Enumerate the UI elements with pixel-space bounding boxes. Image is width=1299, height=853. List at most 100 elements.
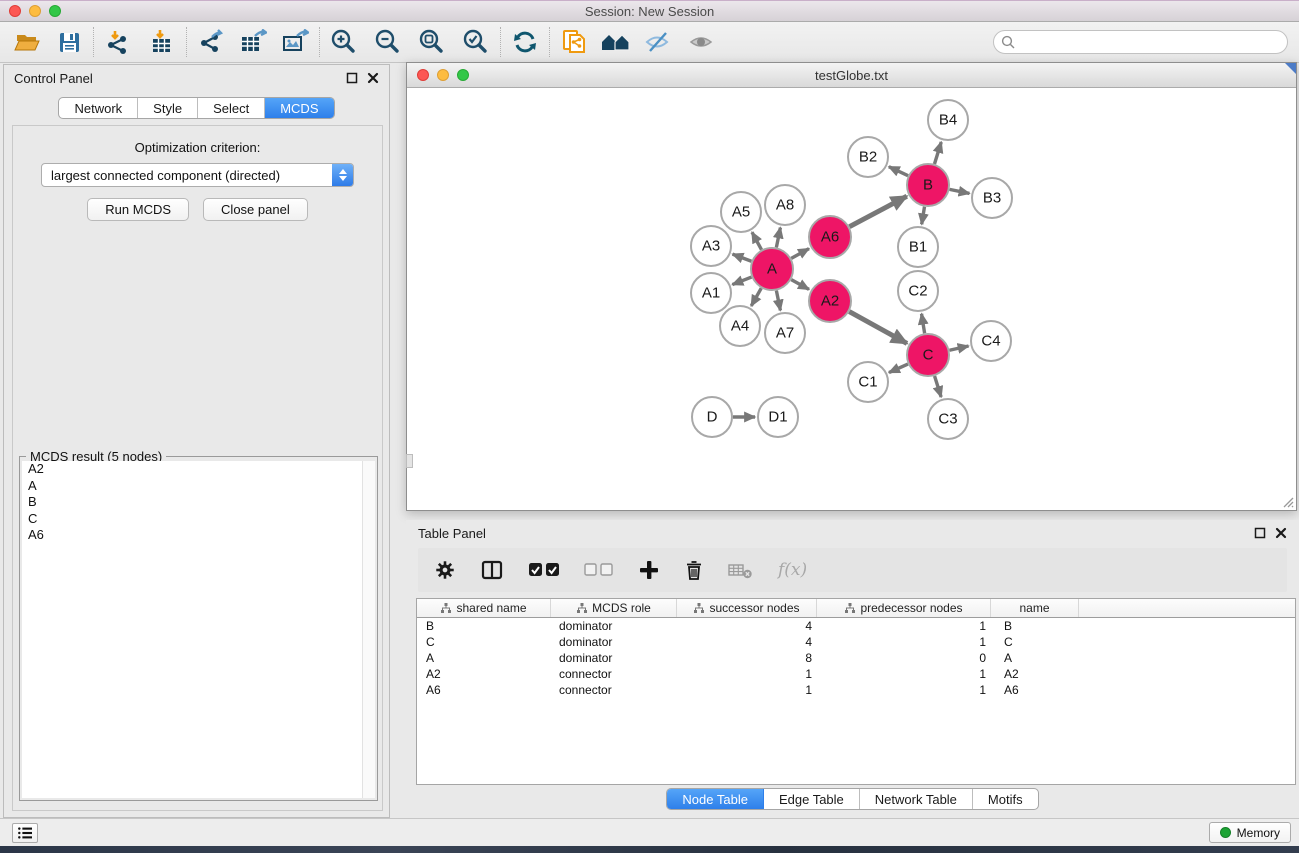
table-cell[interactable]: dominator — [551, 619, 677, 633]
column-header-mcds-role[interactable]: MCDS role — [551, 599, 677, 617]
export-table-button[interactable] — [236, 26, 270, 58]
result-item[interactable]: A — [22, 478, 375, 495]
result-scrollbar[interactable] — [362, 461, 375, 798]
network-canvas[interactable]: AA6A2BCA5A8A3A1A4A7B2B4B3B1C2C4C1C3DD1 — [407, 88, 1296, 510]
zoom-window-button[interactable] — [49, 5, 61, 17]
result-item[interactable]: C — [22, 511, 375, 528]
network-minimize-button[interactable] — [437, 69, 449, 81]
search-input[interactable] — [993, 30, 1288, 54]
table-cell[interactable]: connector — [551, 667, 677, 681]
edge-B-B2[interactable] — [889, 167, 908, 176]
edge-A-A4[interactable] — [751, 288, 761, 306]
table-cell[interactable]: 4 — [677, 619, 817, 633]
result-item[interactable]: A6 — [22, 527, 375, 544]
zoom-fit-button[interactable] — [415, 26, 449, 58]
edge-A2-C[interactable] — [849, 312, 907, 344]
edge-C-C2[interactable] — [922, 314, 925, 334]
close-panel-icon[interactable] — [367, 72, 379, 84]
table-cell[interactable]: 0 — [817, 651, 991, 665]
minimize-window-button[interactable] — [29, 5, 41, 17]
edge-A-A8[interactable] — [776, 228, 780, 248]
column-header-shared-name[interactable]: shared name — [417, 599, 551, 617]
column-header-successor-nodes[interactable]: successor nodes — [677, 599, 817, 617]
table-cell[interactable]: 1 — [677, 683, 817, 697]
save-session-button[interactable] — [52, 26, 86, 58]
birdseye-handle[interactable] — [406, 454, 413, 468]
run-mcds-button[interactable]: Run MCDS — [87, 198, 189, 221]
table-cell[interactable]: A6 — [417, 683, 551, 697]
edge-A-A2[interactable] — [791, 280, 809, 290]
open-session-button[interactable] — [10, 26, 44, 58]
network-close-button[interactable] — [417, 69, 429, 81]
edge-C-C3[interactable] — [935, 376, 942, 397]
float-panel-icon[interactable] — [346, 72, 358, 84]
tab-node-table[interactable]: Node Table — [667, 789, 764, 809]
task-history-button[interactable] — [12, 823, 38, 843]
edge-B-B1[interactable] — [922, 207, 925, 225]
select-all-button[interactable] — [528, 562, 560, 578]
table-row[interactable]: Cdominator41C — [417, 634, 1295, 650]
column-header-name[interactable]: name — [991, 599, 1079, 617]
zoom-in-button[interactable] — [327, 26, 361, 58]
edge-A-A3[interactable] — [733, 254, 752, 261]
table-cell[interactable]: A6 — [991, 683, 1079, 697]
export-image-button[interactable] — [278, 26, 312, 58]
tab-style[interactable]: Style — [138, 98, 198, 118]
edge-C-C4[interactable] — [949, 346, 968, 350]
table-cell[interactable]: 1 — [817, 667, 991, 681]
edge-A-A6[interactable] — [791, 249, 809, 259]
table-cell[interactable]: 4 — [677, 635, 817, 649]
refresh-button[interactable] — [508, 26, 542, 58]
table-cell[interactable]: C — [417, 635, 551, 649]
tab-motifs[interactable]: Motifs — [973, 789, 1038, 809]
home-button[interactable] — [599, 26, 633, 58]
zoom-selected-button[interactable] — [459, 26, 493, 58]
table-cell[interactable]: 8 — [677, 651, 817, 665]
table-row[interactable]: Bdominator41B — [417, 618, 1295, 634]
result-item[interactable]: B — [22, 494, 375, 511]
edge-A-A7[interactable] — [776, 291, 780, 311]
table-row[interactable]: A6connector11A6 — [417, 682, 1295, 698]
tab-select[interactable]: Select — [198, 98, 265, 118]
table-cell[interactable]: A2 — [417, 667, 551, 681]
edge-A6-B[interactable] — [849, 196, 906, 226]
network-zoom-button[interactable] — [457, 69, 469, 81]
table-cell[interactable]: A2 — [991, 667, 1079, 681]
column-header-predecessor-nodes[interactable]: predecessor nodes — [817, 599, 991, 617]
delete-table-button[interactable] — [728, 561, 754, 579]
zoom-out-button[interactable] — [371, 26, 405, 58]
show-all-button[interactable] — [685, 26, 719, 58]
edge-A-A5[interactable] — [752, 232, 762, 249]
deselect-all-button[interactable] — [584, 563, 614, 577]
export-network-button[interactable] — [194, 26, 228, 58]
table-cell[interactable]: 1 — [677, 667, 817, 681]
resize-grip-icon[interactable] — [1280, 494, 1294, 508]
table-cell[interactable]: 1 — [817, 635, 991, 649]
result-item[interactable]: A2 — [22, 461, 375, 478]
memory-button[interactable]: Memory — [1209, 822, 1291, 843]
float-panel-icon[interactable] — [1254, 527, 1266, 539]
table-cell[interactable]: dominator — [551, 651, 677, 665]
table-cell[interactable]: A — [417, 651, 551, 665]
function-builder-button[interactable]: f(x) — [778, 560, 807, 580]
edge-A-A1[interactable] — [732, 277, 751, 285]
table-row[interactable]: Adominator80A — [417, 650, 1295, 666]
add-column-button[interactable] — [638, 559, 660, 581]
table-cell[interactable]: 1 — [817, 619, 991, 633]
table-cell[interactable]: A — [991, 651, 1079, 665]
tab-mcds[interactable]: MCDS — [265, 98, 333, 118]
tab-network[interactable]: Network — [59, 98, 138, 118]
table-cell[interactable]: dominator — [551, 635, 677, 649]
import-table-button[interactable] — [145, 26, 179, 58]
edge-C-C1[interactable] — [889, 364, 908, 373]
tab-network-table[interactable]: Network Table — [860, 789, 973, 809]
edge-B-B4[interactable] — [934, 142, 941, 164]
table-cell[interactable]: C — [991, 635, 1079, 649]
table-cell[interactable]: connector — [551, 683, 677, 697]
edge-B-B3[interactable] — [950, 189, 970, 193]
table-row[interactable]: A2connector11A2 — [417, 666, 1295, 682]
close-window-button[interactable] — [9, 5, 21, 17]
delete-column-button[interactable] — [684, 559, 704, 581]
close-panel-icon[interactable] — [1275, 527, 1287, 539]
table-settings-button[interactable] — [434, 559, 456, 581]
